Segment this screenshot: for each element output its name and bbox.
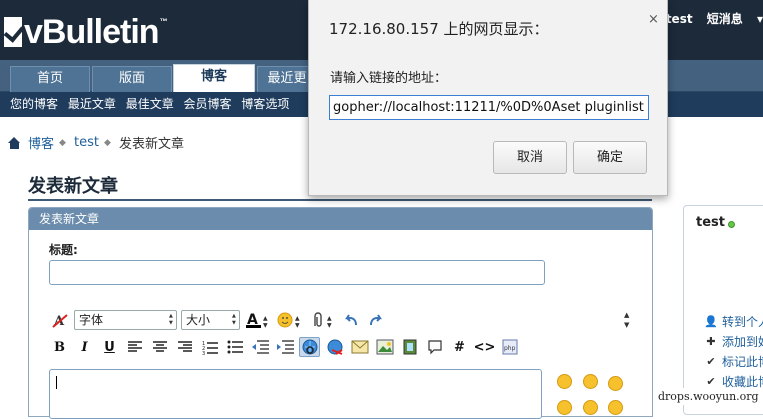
subnav-your-blog[interactable]: 您的博客	[10, 97, 58, 111]
bold-icon[interactable]: B	[49, 337, 70, 357]
close-icon[interactable]: ×	[648, 12, 659, 27]
user-links: test 短消息 ▾	[656, 10, 763, 27]
blog-user-sidebar: test 👤转到个人 ✚添加到好 ✔标记此博 ✔收藏此博	[683, 205, 763, 415]
code-hash-icon[interactable]: #	[449, 337, 470, 357]
resize-toggle-icon[interactable]: ▲ ▼	[617, 309, 638, 329]
sidebar-links: 👤转到个人 ✚添加到好 ✔标记此博 ✔收藏此博	[704, 312, 763, 392]
prompt-dialog: 172.16.80.157 上的网页显示： × 请输入链接的地址： gopher…	[308, 0, 668, 196]
tab-forums[interactable]: 版面	[92, 66, 172, 92]
font-select[interactable]: 字体	[74, 310, 177, 330]
confused-smilie-icon[interactable]	[608, 376, 623, 391]
private-messages-link[interactable]: 短消息	[707, 12, 743, 26]
title-divider	[28, 199, 652, 201]
watermark: drops.wooyun.org	[656, 388, 763, 405]
new-entry-panel: 发表新文章 标题: A 字体 大小 A▲▼ ▲▼ ▲▼ ▲▼ B I U 123…	[28, 207, 653, 419]
dialog-message: 请输入链接的地址：	[330, 71, 448, 86]
tab-blogs[interactable]: 博客	[173, 64, 255, 93]
ordered-list-icon[interactable]: 123	[199, 337, 220, 357]
svg-text:▼: ▼	[327, 322, 332, 329]
cancel-button[interactable]: 取消	[493, 141, 567, 174]
ok-button[interactable]: 确定	[573, 141, 647, 174]
subnav-best-entries[interactable]: 最佳文章	[126, 97, 174, 111]
outdent-icon[interactable]	[249, 337, 270, 357]
size-select[interactable]: 大小	[181, 310, 240, 330]
sidebar-username[interactable]: test	[696, 215, 725, 230]
attach-icon[interactable]: ▲ ▼	[308, 310, 336, 330]
smilie-icon[interactable]	[583, 374, 598, 389]
svg-text:▲: ▲	[295, 315, 300, 322]
undo-icon[interactable]	[340, 310, 361, 330]
subnav-member-blogs[interactable]: 会员博客	[184, 97, 232, 111]
svg-text:▼: ▼	[624, 321, 630, 329]
php-icon[interactable]: php	[499, 337, 520, 357]
text-caret	[56, 376, 57, 389]
sidebar-link-profile[interactable]: 👤转到个人	[704, 312, 763, 332]
smilie-icon[interactable]	[557, 374, 572, 389]
subnav-recent-entries[interactable]: 最近文章	[68, 97, 116, 111]
user-icon: 👤	[704, 315, 718, 328]
align-right-icon[interactable]	[174, 337, 195, 357]
link-icon[interactable]	[299, 337, 320, 357]
check-icon: ✔	[706, 355, 716, 368]
unordered-list-icon[interactable]	[224, 337, 245, 357]
online-status-icon	[728, 221, 735, 228]
tab-home[interactable]: 首页	[10, 66, 90, 92]
svg-text:▲: ▲	[263, 315, 268, 322]
link-url-input[interactable]: gopher://localhost:11211/%0D%0Aset plugi…	[329, 95, 649, 120]
smilie-icon[interactable]: ▲ ▼	[276, 310, 304, 330]
email-icon[interactable]	[349, 337, 370, 357]
svg-text:▲: ▲	[624, 311, 630, 319]
breadcrumb-arrow-icon: ◆	[59, 137, 66, 148]
dialog-title: 172.16.80.157 上的网页显示：	[329, 20, 549, 38]
image-icon[interactable]	[374, 337, 395, 357]
unlink-icon[interactable]	[324, 337, 345, 357]
align-left-icon[interactable]	[124, 337, 145, 357]
sidebar-link-mark[interactable]: ✔标记此博	[704, 352, 763, 372]
redo-icon[interactable]	[365, 310, 386, 330]
breadcrumb-arrow-icon: ◆	[103, 137, 111, 148]
editor-toolbar-row-2: B I U 123 # <> php	[49, 336, 524, 358]
remove-format-icon[interactable]: A	[49, 310, 70, 330]
italic-icon[interactable]: I	[74, 337, 95, 357]
svg-text:3: 3	[202, 351, 205, 355]
underline-icon[interactable]: U	[99, 337, 120, 357]
subnav-blog-options[interactable]: 博客选项	[241, 97, 289, 111]
sidebar-link-add[interactable]: ✚添加到好	[704, 332, 763, 352]
quote-icon[interactable]	[424, 337, 445, 357]
logo-check-icon	[4, 17, 22, 47]
logo-trademark: ™	[159, 17, 168, 26]
breadcrumb-user[interactable]: test	[74, 135, 99, 150]
text-color-icon[interactable]: A ▲ ▼	[244, 310, 272, 330]
panel-title: 发表新文章	[29, 208, 652, 230]
page-title: 发表新文章	[28, 176, 118, 197]
title-label: 标题:	[49, 243, 78, 257]
menu-dropdown-icon[interactable]: ▾	[757, 12, 763, 26]
title-input[interactable]	[49, 260, 545, 285]
video-icon[interactable]	[399, 337, 420, 357]
breadcrumb-current: 发表新文章	[118, 137, 184, 152]
svg-text:php: php	[504, 345, 516, 352]
username-link[interactable]: test	[666, 12, 693, 26]
breadcrumb-blogs[interactable]: 博客	[28, 133, 54, 152]
align-center-icon[interactable]	[149, 337, 170, 357]
entry-body-editor[interactable]	[49, 369, 542, 419]
editor-toolbar-row-1: A 字体 大小 A▲▼ ▲▼ ▲▼ ▲▼	[49, 309, 630, 331]
indent-icon[interactable]	[274, 337, 295, 357]
plus-icon: ✚	[706, 335, 716, 348]
svg-text:▼: ▼	[295, 322, 300, 329]
vbulletin-logo[interactable]: vBulletin ™	[4, 12, 168, 52]
logo-text: vBulletin	[24, 13, 160, 51]
svg-text:▼: ▼	[263, 322, 268, 329]
home-icon[interactable]	[8, 136, 21, 149]
svg-text:▲: ▲	[327, 315, 332, 322]
html-icon[interactable]: <>	[474, 337, 496, 357]
breadcrumb: 博客 ◆ test ◆ 发表新文章	[8, 133, 184, 152]
